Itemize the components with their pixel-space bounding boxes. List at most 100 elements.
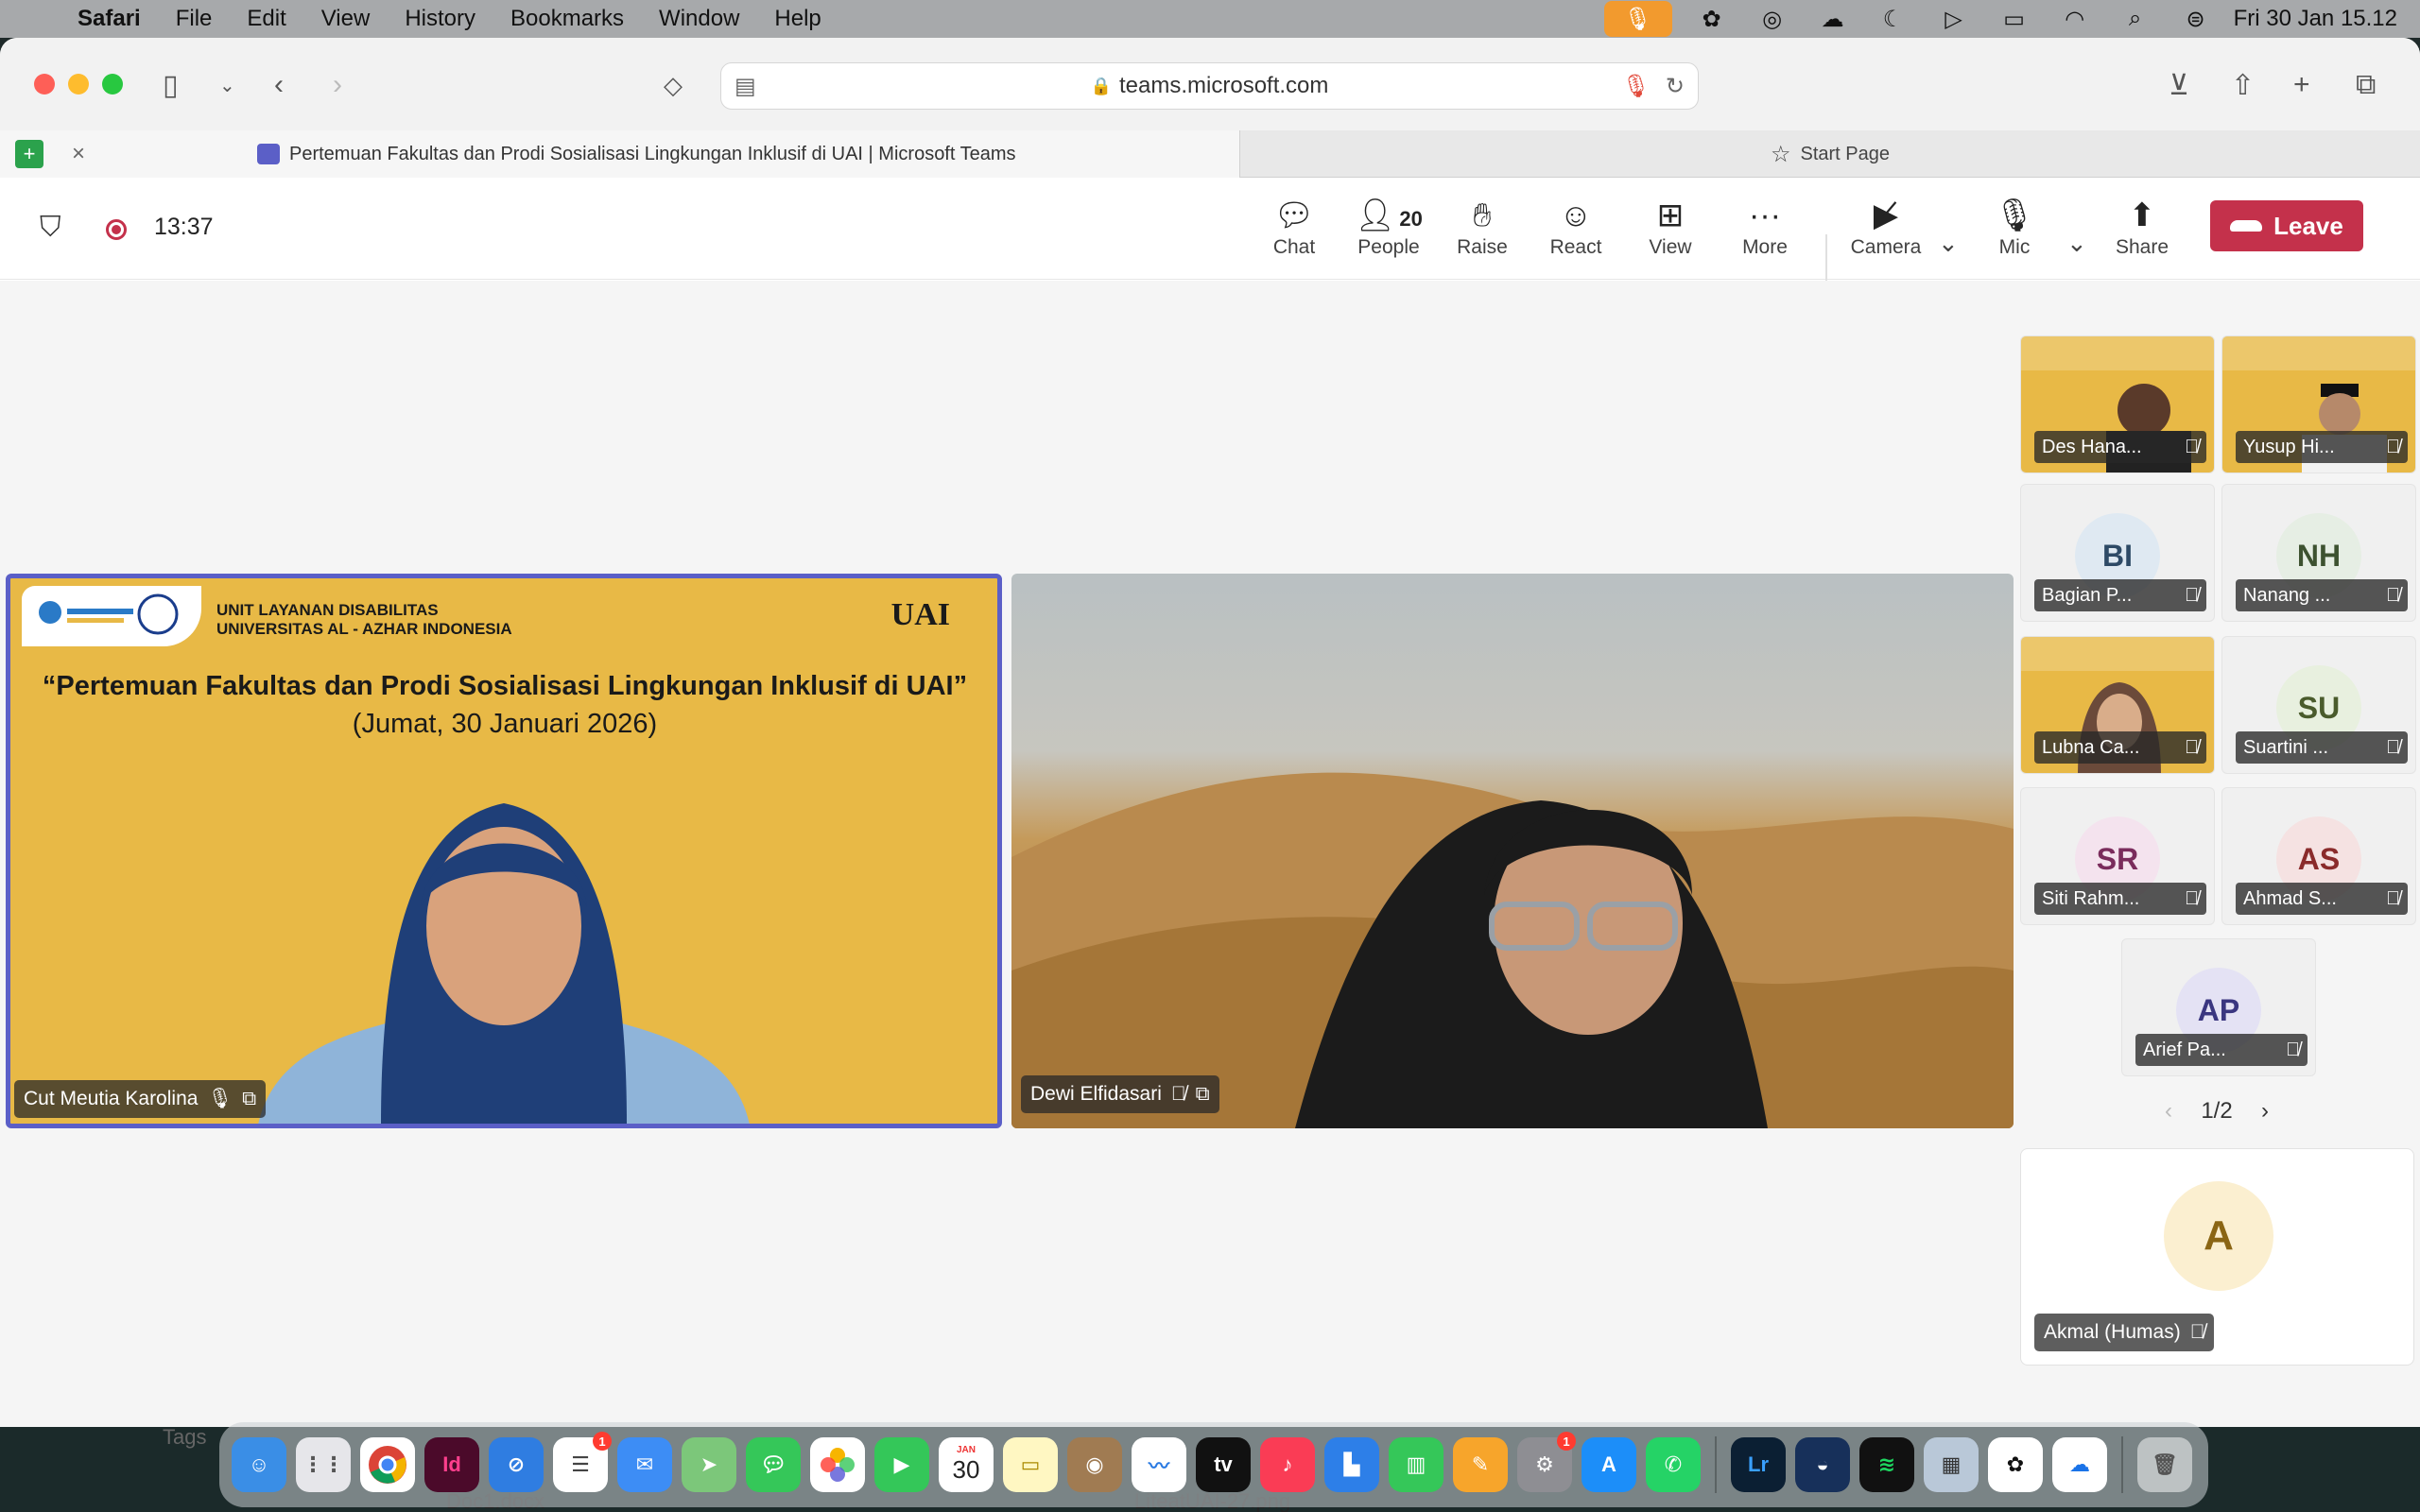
hang-up-icon — [2230, 220, 2263, 232]
more-icon: ··· — [1749, 198, 1781, 233]
video-tile-participant[interactable]: Dewi Elfidasari 🎙̸ ⧉ — [1011, 574, 2014, 1128]
trash-icon[interactable]: 🗑︎ — [2137, 1437, 2192, 1492]
more-button[interactable]: ··· More — [1722, 195, 1807, 266]
wifi-icon[interactable]: ◠ — [2045, 0, 2105, 38]
share-button[interactable]: ⬆ Share — [2100, 195, 2185, 266]
chrome-icon[interactable] — [360, 1437, 415, 1492]
mic-options-chevron-icon[interactable]: ⌄ — [2066, 229, 2087, 258]
share-page-icon[interactable]: ⇧ — [2231, 66, 2255, 104]
control-center-icon[interactable]: ⊜ — [2166, 0, 2226, 38]
steam-icon[interactable]: ◒ — [1795, 1437, 1850, 1492]
music-icon[interactable]: ♪ — [1260, 1437, 1315, 1492]
minimize-window-button[interactable] — [68, 74, 89, 94]
pages-icon[interactable]: ✎ — [1453, 1437, 1508, 1492]
whatsapp-icon[interactable]: ✆ — [1646, 1437, 1701, 1492]
sidebar-icon[interactable]: ▯ — [163, 66, 179, 104]
next-page-icon[interactable]: › — [2261, 1098, 2269, 1125]
spotify-icon[interactable]: ≋ — [1859, 1437, 1914, 1492]
mic-icon[interactable]: 🎙 — [1622, 73, 1651, 100]
menubar-clock[interactable]: Fri 30 Jan 15.12 — [2234, 6, 2397, 32]
maps-icon[interactable]: ➤ — [682, 1437, 736, 1492]
gallery-tile-5[interactable]: Lubna Ca... 🎙̸ — [2020, 636, 2215, 774]
keynote-icon[interactable]: ▙ — [1324, 1437, 1379, 1492]
shield-icon[interactable]: ⛉ — [40, 212, 61, 244]
gallery-tile-2[interactable]: Yusup Hi... 🎙̸ — [2221, 335, 2416, 473]
gallery-tile-4[interactable]: NH Nanang ... 🎙̸ — [2221, 484, 2416, 622]
view-button[interactable]: ⊞ View — [1628, 195, 1713, 266]
search-icon[interactable]: ⌕ — [2105, 0, 2166, 38]
chevron-down-icon[interactable]: ⌄ — [219, 66, 235, 104]
mail-icon[interactable]: ✉ — [617, 1437, 672, 1492]
chatgpt-app-icon[interactable]: ✿ — [1988, 1437, 2043, 1492]
reload-icon[interactable]: ↻ — [1666, 73, 1685, 100]
react-button[interactable]: ☺ React — [1533, 195, 1618, 266]
numbers-icon[interactable]: ▥ — [1389, 1437, 1443, 1492]
video-tile-speaker[interactable]: UNIT LAYANAN DISABILITAS UNIVERSITAS AL … — [6, 574, 1002, 1128]
mic-in-use-icon[interactable]: 🎙 — [1603, 1, 1672, 37]
mic-muted-icon: 🎙̸ — [2189, 1321, 2205, 1343]
close-window-button[interactable] — [34, 74, 55, 94]
cloud-icon[interactable]: ☁ — [1803, 0, 1863, 38]
app-store-icon[interactable]: A — [1582, 1437, 1636, 1492]
messages-icon[interactable]: 💬︎ — [746, 1437, 801, 1492]
menu-window[interactable]: Window — [659, 6, 739, 32]
mic-button[interactable]: 🎙︎ Mic — [1972, 195, 2057, 266]
indesign-icon[interactable]: Id — [424, 1437, 479, 1492]
onedrive-icon[interactable]: ☁ — [2052, 1437, 2107, 1492]
forward-icon[interactable]: › — [333, 66, 342, 104]
menu-edit[interactable]: Edit — [247, 6, 285, 32]
apple-tv-icon[interactable]: tv — [1196, 1437, 1251, 1492]
gallery-tile-1[interactable]: Des Hana... 🎙̸ — [2020, 335, 2215, 473]
mic-muted-icon: 🎙̸ — [2386, 736, 2400, 758]
close-tab-icon[interactable]: × — [72, 141, 85, 167]
menu-help[interactable]: Help — [774, 6, 821, 32]
chat-button[interactable]: 💬︎ Chat — [1252, 195, 1337, 266]
finder-icon[interactable]: ☺ — [232, 1437, 286, 1492]
tab-start-page[interactable]: ☆ Start Page — [1240, 130, 2420, 178]
menu-app-name[interactable]: Safari — [78, 6, 141, 32]
raise-hand-button[interactable]: ✋︎ Raise — [1440, 195, 1525, 266]
gallery-tile-3[interactable]: BI Bagian P... 🎙̸ — [2020, 484, 2215, 622]
launchpad-icon[interactable]: ⋮⋮ — [296, 1437, 351, 1492]
safari-icon[interactable]: ⊘ — [489, 1437, 544, 1492]
camera-button[interactable]: ▶̸ Camera — [1843, 195, 1928, 266]
people-button[interactable]: 👤︎ 20 People — [1346, 195, 1431, 266]
gallery-tile-7[interactable]: SR Siti Rahm... 🎙̸ — [2020, 787, 2215, 925]
menu-history[interactable]: History — [405, 6, 475, 32]
contacts-icon[interactable]: ◉ — [1067, 1437, 1122, 1492]
reminders-icon[interactable]: ☰ 1 — [553, 1432, 612, 1492]
extension-icon[interactable]: ◇ — [664, 66, 683, 104]
tab-teams-meeting[interactable]: + × Pertemuan Fakultas dan Prodi Sosiali… — [0, 130, 1240, 178]
notes-icon[interactable]: ▭ — [1003, 1437, 1058, 1492]
new-tab-icon[interactable]: + — [2293, 66, 2310, 104]
chatgpt-icon[interactable]: ✿ — [1682, 0, 1742, 38]
camera-options-chevron-icon[interactable]: ⌄ — [1938, 229, 1959, 258]
battery-icon[interactable]: ▭ — [1984, 0, 2045, 38]
leave-button[interactable]: Leave — [2210, 200, 2363, 251]
gallery-tile-6[interactable]: SU Suartini ... 🎙̸ — [2221, 636, 2416, 774]
menu-view[interactable]: View — [321, 6, 371, 32]
previous-page-icon[interactable]: ‹ — [2165, 1098, 2172, 1125]
creative-cloud-icon[interactable]: ◎ — [1742, 0, 1803, 38]
page-menu-icon[interactable]: ▤ — [735, 73, 756, 100]
menu-file[interactable]: File — [176, 6, 213, 32]
downloads-icon[interactable]: ⊻ — [2169, 66, 2189, 104]
menu-bookmarks[interactable]: Bookmarks — [510, 6, 624, 32]
preview-icon[interactable]: ▦ — [1924, 1437, 1979, 1492]
calendar-icon[interactable]: JAN 30 — [939, 1437, 994, 1492]
gallery-tile-8[interactable]: AS Ahmad S... 🎙̸ — [2221, 787, 2416, 925]
moon-icon[interactable]: ☾ — [1863, 0, 1924, 38]
photos-icon[interactable] — [810, 1437, 865, 1492]
gallery-tile-9[interactable]: AP Arief Pa... 🎙̸ — [2121, 938, 2316, 1076]
address-bar[interactable]: ▤ 🔒 teams.microsoft.com 🎙 ↻ — [720, 62, 1699, 110]
lightroom-icon[interactable]: Lr — [1731, 1437, 1786, 1492]
tab-overview-icon[interactable]: ⧉ — [2356, 66, 2376, 104]
zoom-window-button[interactable] — [102, 74, 123, 94]
back-icon[interactable]: ‹ — [274, 66, 284, 104]
spreadsheet-favicon-icon[interactable]: + — [15, 140, 43, 168]
system-settings-icon[interactable]: ⚙ 1 — [1517, 1432, 1576, 1492]
facetime-icon[interactable]: ▶ — [874, 1437, 929, 1492]
audio-participant-tile[interactable]: A Akmal (Humas) 🎙̸ — [2020, 1148, 2414, 1366]
play-icon[interactable]: ▷ — [1924, 0, 1984, 38]
freeform-icon[interactable]: 〰 — [1132, 1437, 1186, 1492]
